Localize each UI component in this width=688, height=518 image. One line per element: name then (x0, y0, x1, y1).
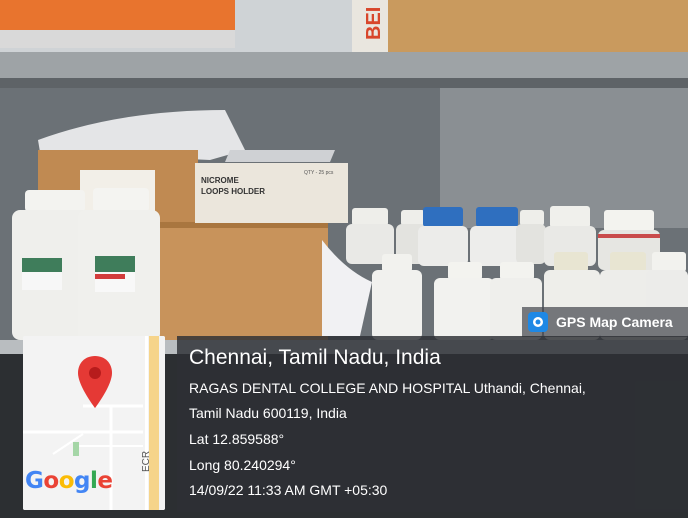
mini-map: Google ECR (23, 336, 165, 510)
google-logo: Google (25, 468, 113, 494)
address-line-2: Tamil Nadu 600119, India (189, 405, 347, 421)
gps-map-camera-label: GPS Map Camera (556, 314, 673, 330)
address-line-1: RAGAS DENTAL COLLEGE AND HOSPITAL Uthand… (189, 380, 586, 396)
timestamp: 14/09/22 11:33 AM GMT +05:30 (189, 482, 388, 498)
gps-map-camera-icon (528, 312, 548, 332)
loops-box-line2: LOOPS HOLDER (201, 187, 265, 196)
map-pin-icon (78, 356, 112, 408)
longitude: Long 80.240294° (189, 457, 296, 473)
latitude: Lat 12.859588° (189, 431, 285, 447)
gps-map-camera-badge: GPS Map Camera (522, 307, 688, 337)
road-label-ecr: ECR (141, 450, 152, 472)
box-top-label: BEI (363, 7, 385, 40)
loops-box-qty: QTY - 25 pcs (304, 170, 334, 176)
geotagged-photo: BEI NICROME LOOPS HOLDER QTY - 25 pcs GP… (0, 0, 688, 518)
loops-box-line1: NICROME (201, 176, 239, 185)
location-title: Chennai, Tamil Nadu, India (189, 346, 441, 369)
bottle-large-2 (78, 188, 160, 342)
